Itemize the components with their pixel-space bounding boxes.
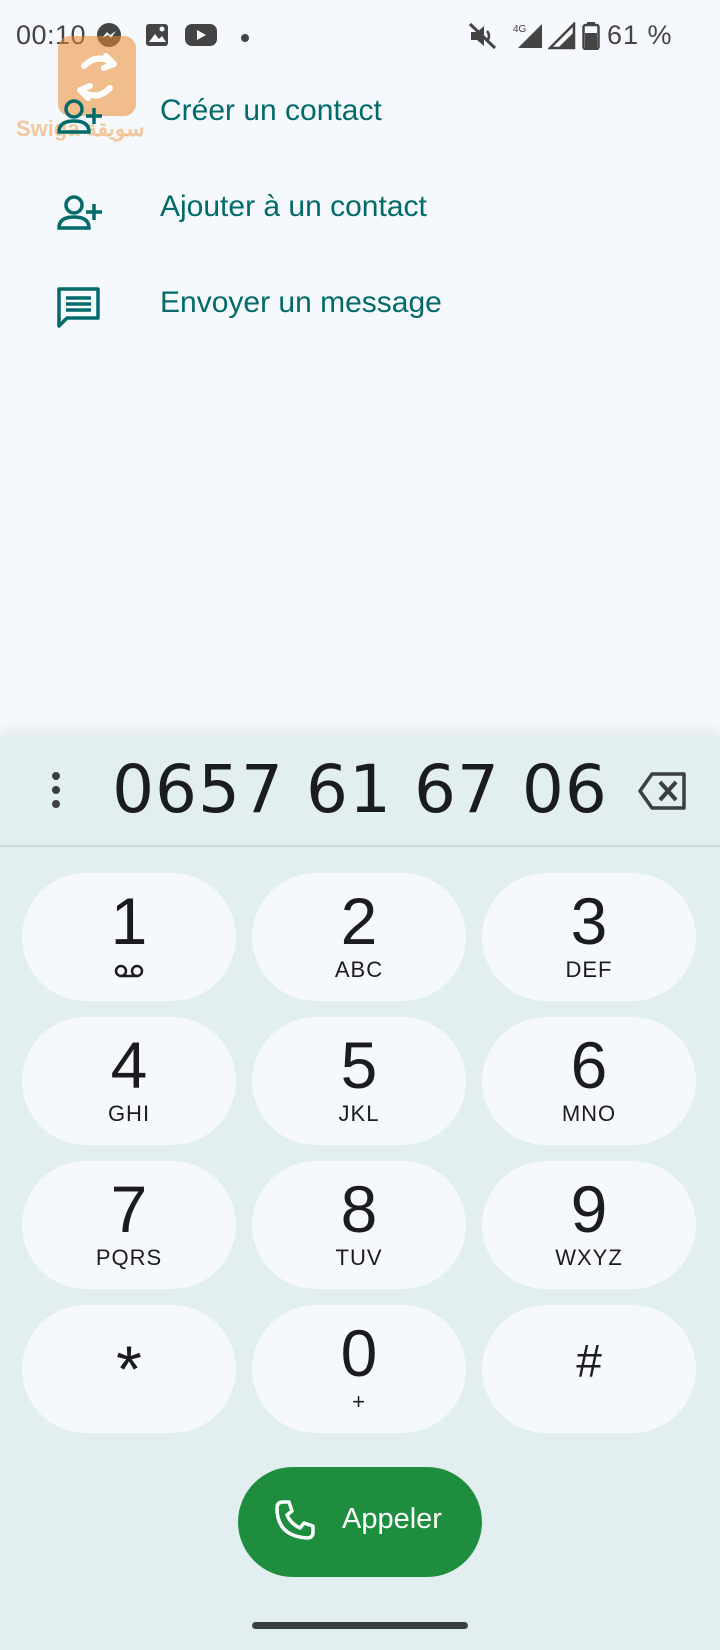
key-digit: 2: [340, 884, 378, 958]
key-digit: 3: [570, 884, 608, 958]
key-digit: 1: [110, 884, 148, 958]
voicemail-icon: [114, 963, 144, 982]
key-letters: GHI: [107, 1101, 151, 1126]
key-digit: 8: [340, 1172, 378, 1246]
dial-key-0[interactable]: 0 +: [252, 1305, 466, 1433]
key-digit: 6: [570, 1028, 608, 1102]
key-digit: 4: [110, 1028, 148, 1102]
key-letters: JKL: [338, 1101, 380, 1126]
dial-key-7[interactable]: 7 PQRS: [22, 1161, 236, 1289]
svg-text:4G: 4G: [513, 24, 527, 35]
key-letters: DEF: [565, 957, 613, 982]
send-message-label: Envoyer un message: [160, 286, 442, 319]
mute-icon: [468, 22, 498, 55]
dial-key-2[interactable]: 2 ABC: [252, 873, 466, 1001]
dialpad-panel: 0657 61 67 06 1 2 ABC 3 DEF 4 GHI 5 JKL …: [0, 735, 720, 1650]
key-letters: WXYZ: [555, 1245, 623, 1270]
key-digit: 9: [570, 1172, 608, 1246]
person-add-icon: [56, 94, 102, 140]
key-letters: PQRS: [95, 1245, 163, 1270]
more-options-icon[interactable]: [38, 767, 74, 813]
signal-icon: [546, 20, 576, 55]
person-add-icon: [56, 190, 102, 236]
key-letters: MNO: [561, 1101, 617, 1126]
add-to-contact-action[interactable]: Ajouter à un contact: [0, 166, 720, 256]
create-contact-label: Créer un contact: [160, 94, 382, 127]
send-message-action[interactable]: Envoyer un message: [0, 262, 720, 352]
backspace-icon[interactable]: [638, 771, 688, 811]
message-icon: [56, 286, 102, 332]
key-letters: ABC: [334, 957, 384, 982]
dial-key-5[interactable]: 5 JKL: [252, 1017, 466, 1145]
key-digit: 0: [340, 1316, 378, 1390]
key-letters: +: [352, 1389, 366, 1414]
call-button[interactable]: Appeler: [238, 1467, 482, 1577]
home-indicator[interactable]: [252, 1622, 468, 1629]
key-digit: #: [576, 1335, 602, 1387]
add-to-contact-label: Ajouter à un contact: [160, 190, 427, 223]
dial-key-6[interactable]: 6 MNO: [482, 1017, 696, 1145]
create-contact-action[interactable]: Créer un contact: [0, 70, 720, 160]
key-letters: TUV: [335, 1245, 383, 1270]
call-label: Appeler: [342, 1503, 442, 1535]
dial-key-4[interactable]: 4 GHI: [22, 1017, 236, 1145]
battery-icon: [582, 22, 600, 55]
dial-key-3[interactable]: 3 DEF: [482, 873, 696, 1001]
dial-key-9[interactable]: 9 WXYZ: [482, 1161, 696, 1289]
number-row: 0657 61 67 06: [0, 735, 720, 847]
key-digit: *: [116, 1332, 142, 1406]
youtube-icon: [184, 22, 218, 53]
dial-key-star[interactable]: *: [22, 1305, 236, 1433]
key-digit: 5: [340, 1028, 378, 1102]
dot-icon: [240, 30, 250, 48]
signal-4g-icon: 4G: [512, 22, 546, 55]
dialed-number[interactable]: 0657 61 67 06: [90, 751, 630, 828]
dial-key-8[interactable]: 8 TUV: [252, 1161, 466, 1289]
dial-key-1[interactable]: 1: [22, 873, 236, 1001]
phone-icon: [274, 1499, 316, 1545]
key-digit: 7: [110, 1172, 148, 1246]
dial-key-hash[interactable]: #: [482, 1305, 696, 1433]
battery-percent: 61 %: [607, 20, 673, 50]
